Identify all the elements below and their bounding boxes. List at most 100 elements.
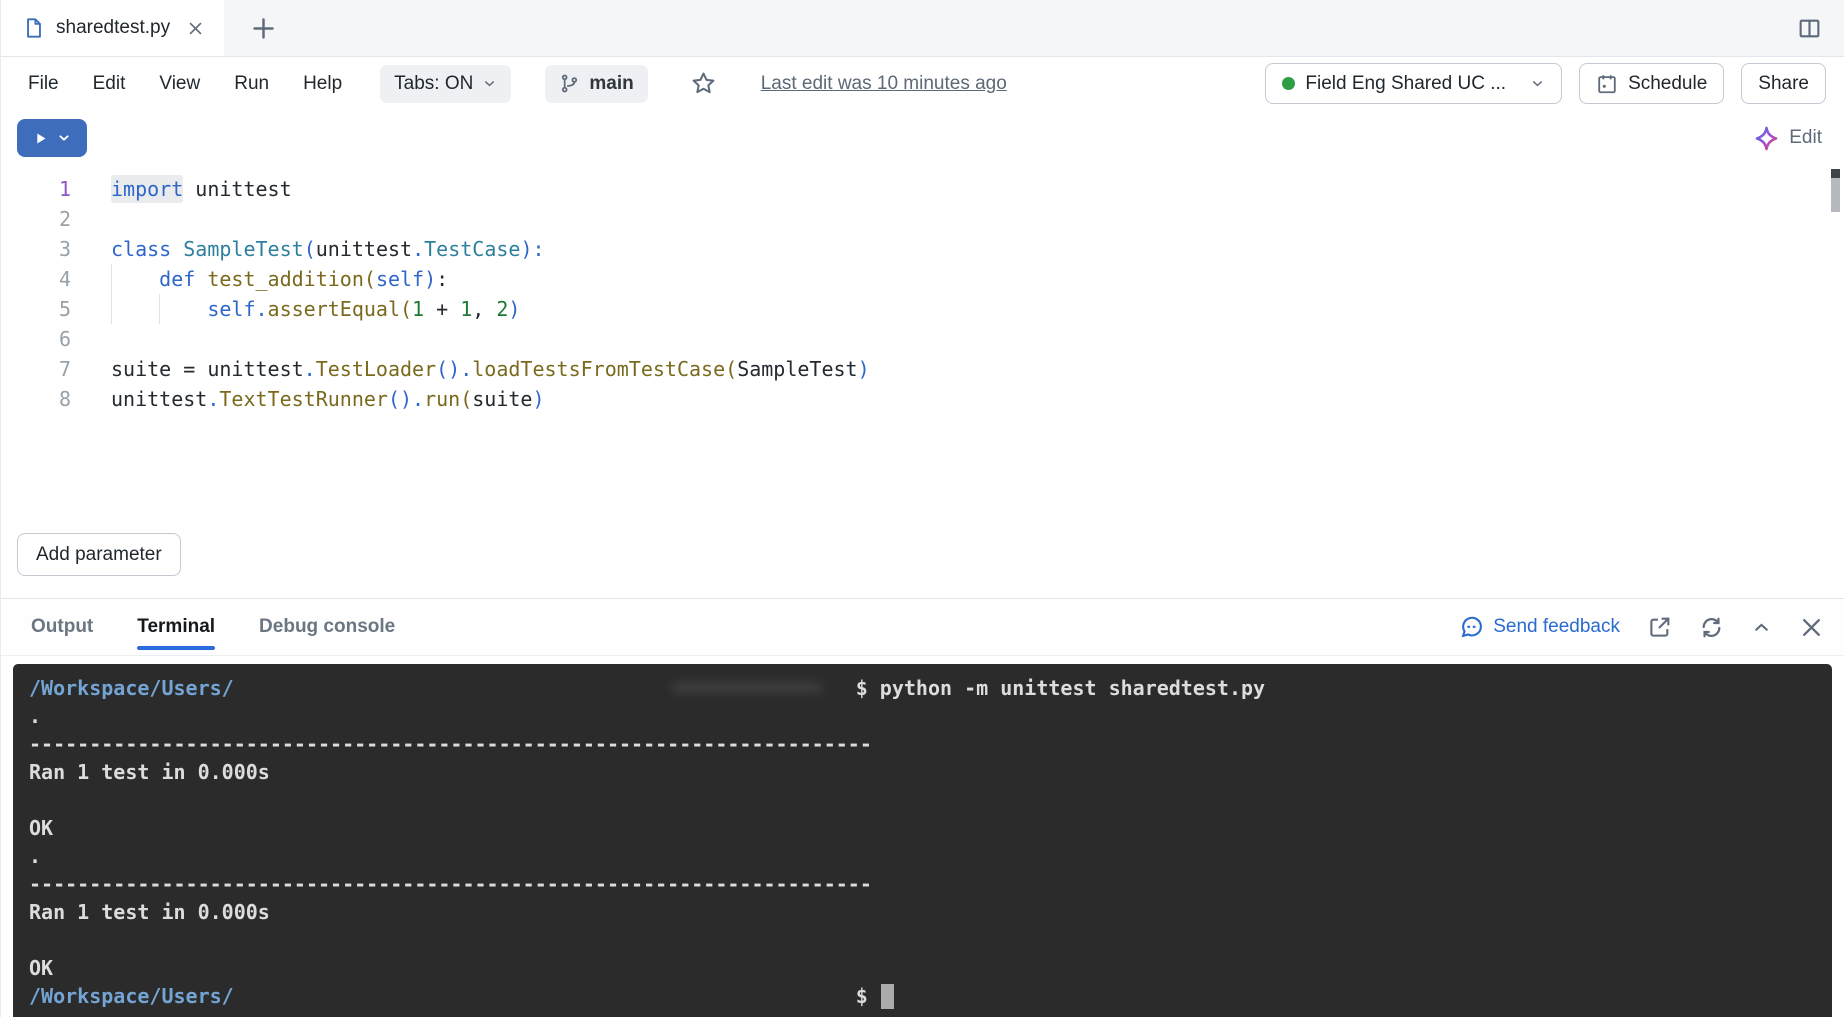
code-line[interactable]: 1 import unittest xyxy=(1,174,1844,204)
collapse-panel-button[interactable] xyxy=(1751,617,1772,638)
edit-label: Edit xyxy=(1789,127,1822,149)
line-number: 8 xyxy=(1,384,71,414)
indent-guide xyxy=(159,294,160,324)
code-line[interactable]: 6 xyxy=(1,324,1844,354)
panel-tab-debug-console[interactable]: Debug console xyxy=(259,599,395,655)
close-icon xyxy=(1799,615,1824,640)
add-parameter-button[interactable]: Add parameter xyxy=(17,533,181,576)
panel-tab-terminal[interactable]: Terminal xyxy=(137,599,215,655)
open-in-new-window-button[interactable] xyxy=(1647,615,1672,640)
code-text: self.assertEqual(1 + 1, 2) xyxy=(111,294,520,324)
menu-item-file[interactable]: File xyxy=(28,73,59,95)
terminal-text: . xyxy=(29,702,41,730)
terminal-text: ----------------------------------------… xyxy=(29,730,872,758)
assistant-edit-button[interactable]: Edit xyxy=(1753,125,1822,152)
refresh-icon xyxy=(1699,615,1724,640)
code-text: import unittest xyxy=(111,174,292,204)
terminal-text: . xyxy=(29,842,41,870)
code-line[interactable]: 7 suite = unittest.TestLoader().loadTests… xyxy=(1,354,1844,384)
line-number: 7 xyxy=(1,354,71,384)
code-lines: 1 import unittest 23 class SampleTest(unitt… xyxy=(1,174,1844,414)
panel-tabs: Output Terminal Debug console xyxy=(31,599,439,655)
cluster-selector[interactable]: Field Eng Shared UC ... xyxy=(1265,63,1562,104)
close-icon[interactable] xyxy=(187,20,204,37)
plus-icon xyxy=(250,15,277,42)
send-feedback-link[interactable]: Send feedback xyxy=(1459,615,1620,640)
terminal-line: ----------------------------------------… xyxy=(29,730,1816,758)
tabs-toggle-label: Tabs: ON xyxy=(394,73,473,95)
line-number: 4 xyxy=(1,264,71,294)
redacted-username xyxy=(234,996,856,997)
code-line[interactable]: 2 xyxy=(1,204,1844,234)
terminal-text: ----------------------------------------… xyxy=(29,870,872,898)
code-line[interactable]: 3 class SampleTest(unittest.TestCase): xyxy=(1,234,1844,264)
chevron-up-icon xyxy=(1751,617,1772,638)
branch-name: main xyxy=(589,73,633,95)
code-editor[interactable]: 1 import unittest 23 class SampleTest(unitt… xyxy=(1,166,1844,520)
tabs-toggle[interactable]: Tabs: ON xyxy=(380,65,511,103)
terminal-text: OK xyxy=(29,954,53,982)
menu-item-view[interactable]: View xyxy=(159,73,200,95)
panel-tab-bar: Output Terminal Debug console Send feedbac… xyxy=(1,598,1844,656)
send-feedback-label: Send feedback xyxy=(1493,616,1620,638)
terminal-line: /Workspace/Users/ $ python -m unittest sh… xyxy=(29,674,1816,702)
terminal-line: OK xyxy=(29,954,1816,982)
terminal-cursor xyxy=(881,984,894,1009)
terminal-line: Ran 1 test in 0.000s xyxy=(29,758,1816,786)
schedule-button[interactable]: Schedule xyxy=(1579,63,1724,104)
databricks-file-editor: { "colors": { "accent": "#2d6cdf", "run_… xyxy=(0,0,1844,1017)
star-icon xyxy=(690,70,717,97)
schedule-label: Schedule xyxy=(1628,73,1707,95)
terminal-line: OK xyxy=(29,814,1816,842)
terminal-line: Ran 1 test in 0.000s xyxy=(29,898,1816,926)
indent-guide xyxy=(111,294,112,324)
code-line[interactable]: 4 def test_addition(self): xyxy=(1,264,1844,294)
cluster-status-dot xyxy=(1282,77,1295,90)
terminal[interactable]: /Workspace/Users/ $ python -m unittest sh… xyxy=(13,664,1832,1017)
code-text: class SampleTest(unittest.TestCase): xyxy=(111,234,545,264)
file-tab-sharedtest[interactable]: sharedtest.py xyxy=(1,0,224,56)
blur-smudge xyxy=(672,683,822,692)
panel-tab-output[interactable]: Output xyxy=(31,599,93,655)
code-text: unittest.TextTestRunner().run(suite) xyxy=(111,384,545,414)
editor-scrollbar[interactable] xyxy=(1831,169,1840,212)
scrollbar-cap xyxy=(1831,169,1840,178)
run-button[interactable] xyxy=(17,119,87,157)
line-number: 1 xyxy=(1,174,71,204)
code-line[interactable]: 8 unittest.TextTestRunner().run(suite) xyxy=(1,384,1844,414)
run-row: Edit xyxy=(1,110,1844,166)
panel-actions: Send feedback xyxy=(1459,599,1824,655)
terminal-path: /Workspace/Users/ xyxy=(29,674,234,702)
share-button[interactable]: Share xyxy=(1741,63,1826,104)
refresh-button[interactable] xyxy=(1699,615,1724,640)
line-number: 3 xyxy=(1,234,71,264)
new-tab-button[interactable] xyxy=(244,14,283,43)
menu-item-run[interactable]: Run xyxy=(234,73,269,95)
line-number: 5 xyxy=(1,294,71,324)
menu-item-help[interactable]: Help xyxy=(303,73,342,95)
tab-strip: sharedtest.py xyxy=(1,0,1844,57)
run-dropdown-chevron[interactable] xyxy=(56,130,72,146)
terminal-line: ----------------------------------------… xyxy=(29,870,1816,898)
code-text: suite = unittest.TestLoader().loadTestsF… xyxy=(111,354,870,384)
terminal-line: /Workspace/Users/ $ xyxy=(29,982,1816,1010)
close-panel-button[interactable] xyxy=(1799,615,1824,640)
play-icon xyxy=(32,130,49,147)
chevron-down-icon xyxy=(482,76,497,91)
code-line[interactable]: 5 self.assertEqual(1 + 1, 2) xyxy=(1,294,1844,324)
code-text: def test_addition(self): xyxy=(111,264,448,294)
last-edit-link[interactable]: Last edit was 10 minutes ago xyxy=(761,73,1007,95)
menu-item-edit[interactable]: Edit xyxy=(93,73,126,95)
terminal-text: $ xyxy=(856,982,880,1010)
favorite-star-button[interactable] xyxy=(684,69,723,98)
line-number: 2 xyxy=(1,204,71,234)
git-branch-selector[interactable]: main xyxy=(545,65,647,103)
terminal-path: /Workspace/Users/ xyxy=(29,982,234,1010)
tab-title: sharedtest.py xyxy=(56,17,170,39)
cluster-name: Field Eng Shared UC ... xyxy=(1305,73,1506,95)
indent-guide xyxy=(111,264,112,294)
terminal-text: $ python -m unittest sharedtest.py xyxy=(856,674,1265,702)
scrollbar-thumb[interactable] xyxy=(1831,178,1840,212)
split-view-button[interactable] xyxy=(1791,15,1828,42)
file-icon xyxy=(23,17,45,39)
